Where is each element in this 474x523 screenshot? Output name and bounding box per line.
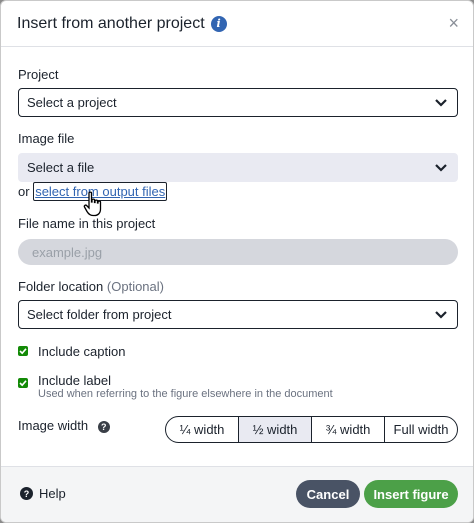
width-full-button[interactable]: Full width	[384, 417, 457, 442]
image-file-select[interactable]: Select a file	[18, 153, 458, 182]
image-file-label: Image file	[18, 131, 75, 146]
modal-header: Insert from another project i ×	[1, 1, 473, 47]
folder-location-label: Folder location (Optional)	[18, 279, 164, 294]
insert-figure-modal: Insert from another project i × Project …	[0, 0, 474, 523]
help-icon: ?	[20, 487, 33, 500]
file-name-label: File name in this project	[18, 216, 156, 231]
image-width-text: Image width	[18, 418, 89, 433]
modal-footer: ? Help Cancel Insert figure	[1, 466, 473, 522]
file-name-input[interactable]	[18, 239, 458, 265]
help-link[interactable]: ? Help	[20, 486, 66, 501]
image-file-select-value: Select a file	[27, 160, 95, 175]
project-select-value: Select a project	[27, 95, 117, 110]
image-width-segmented-control: ¼ width ½ width ¾ width Full width	[165, 416, 458, 443]
close-icon[interactable]: ×	[448, 14, 459, 32]
or-text: or	[18, 184, 30, 199]
include-caption-label: Include caption	[38, 344, 126, 359]
folder-label-text: Folder location	[18, 279, 104, 294]
include-caption-checkbox[interactable]	[18, 346, 28, 356]
chevron-down-icon	[435, 310, 447, 320]
include-label-label: Include label	[38, 373, 111, 388]
project-label: Project	[18, 67, 59, 82]
width-three-quarter-button[interactable]: ¾ width	[311, 417, 384, 442]
chevron-down-icon	[435, 163, 447, 173]
check-icon	[19, 348, 27, 355]
width-quarter-button[interactable]: ¼ width	[166, 417, 238, 442]
help-text: Help	[39, 486, 66, 501]
include-label-checkbox[interactable]	[18, 378, 28, 388]
chevron-down-icon	[435, 98, 447, 108]
insert-figure-button[interactable]: Insert figure	[364, 480, 458, 508]
project-select[interactable]: Select a project	[18, 88, 458, 117]
folder-select-value: Select folder from project	[27, 307, 172, 322]
question-icon[interactable]: ?	[97, 420, 110, 433]
image-width-label: Image width ?	[18, 418, 110, 433]
modal-title: Insert from another project	[17, 14, 205, 32]
optional-text: (Optional)	[106, 279, 164, 294]
width-half-button[interactable]: ½ width	[238, 417, 311, 442]
folder-select[interactable]: Select folder from project	[18, 300, 458, 329]
check-icon	[19, 380, 27, 387]
include-label-help: Used when referring to the figure elsewh…	[38, 388, 333, 400]
info-icon[interactable]: i	[210, 15, 227, 32]
cancel-button[interactable]: Cancel	[296, 480, 360, 508]
